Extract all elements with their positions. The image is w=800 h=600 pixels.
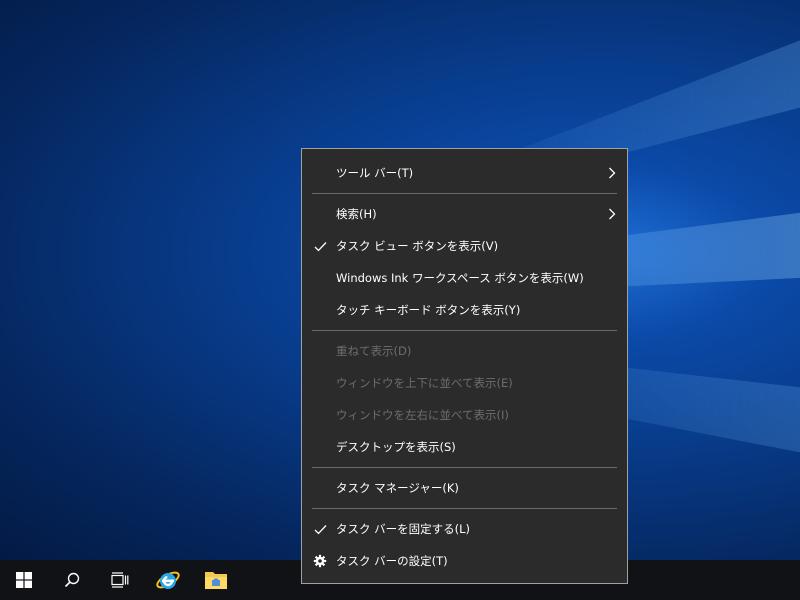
menu-separator xyxy=(312,508,617,509)
menu-separator xyxy=(312,467,617,468)
menu-item-search[interactable]: 検索(H) xyxy=(302,198,627,230)
menu-item-label: 重ねて表示(D) xyxy=(336,344,412,358)
chevron-right-icon xyxy=(607,207,617,221)
menu-item-label: タスク ビュー ボタンを表示(V) xyxy=(336,239,499,253)
menu-item-side-by-side-windows: ウィンドウを左右に並べて表示(I) xyxy=(302,399,627,431)
menu-item-show-desktop[interactable]: デスクトップを表示(S) xyxy=(302,431,627,463)
menu-item-stack-windows: ウィンドウを上下に並べて表示(E) xyxy=(302,367,627,399)
internet-explorer-icon xyxy=(156,571,180,589)
file-explorer-icon xyxy=(205,572,227,589)
menu-item-label: ウィンドウを左右に並べて表示(I) xyxy=(336,408,509,422)
menu-item-toolbars[interactable]: ツール バー(T) xyxy=(302,157,627,189)
menu-item-show-windows-ink-button[interactable]: Windows Ink ワークスペース ボタンを表示(W) xyxy=(302,262,627,294)
menu-item-show-touch-keyboard-button[interactable]: タッチ キーボード ボタンを表示(Y) xyxy=(302,294,627,326)
windows-logo-icon xyxy=(16,572,32,588)
menu-item-task-manager[interactable]: タスク マネージャー(K) xyxy=(302,472,627,504)
menu-item-label: タスク バーの設定(T) xyxy=(336,554,448,568)
task-view-button[interactable] xyxy=(96,560,144,600)
menu-item-label: タスク マネージャー(K) xyxy=(336,481,459,495)
menu-item-taskbar-settings[interactable]: タスク バーの設定(T) xyxy=(302,545,627,577)
chevron-right-icon xyxy=(607,166,617,180)
menu-item-label: デスクトップを表示(S) xyxy=(336,440,456,454)
search-icon xyxy=(64,572,80,588)
start-button[interactable] xyxy=(0,560,48,600)
menu-item-show-task-view-button[interactable]: タスク ビュー ボタンを表示(V) xyxy=(302,230,627,262)
checkmark-icon xyxy=(313,239,327,253)
menu-item-lock-taskbar[interactable]: タスク バーを固定する(L) xyxy=(302,513,627,545)
taskbar-context-menu: ツール バー(T) 検索(H) タスク ビュー ボタンを表示(V) Window… xyxy=(301,148,628,584)
checkmark-icon xyxy=(313,522,327,536)
menu-item-cascade-windows: 重ねて表示(D) xyxy=(302,335,627,367)
task-view-icon xyxy=(111,572,129,588)
menu-item-label: Windows Ink ワークスペース ボタンを表示(W) xyxy=(336,271,584,285)
menu-item-label: 検索(H) xyxy=(336,207,377,221)
menu-item-label: タッチ キーボード ボタンを表示(Y) xyxy=(336,303,521,317)
file-explorer-button[interactable] xyxy=(192,560,240,600)
menu-separator xyxy=(312,193,617,194)
menu-item-label: タスク バーを固定する(L) xyxy=(336,522,471,536)
gear-icon xyxy=(313,554,327,568)
internet-explorer-button[interactable] xyxy=(144,560,192,600)
search-button[interactable] xyxy=(48,560,96,600)
menu-item-label: ツール バー(T) xyxy=(336,166,414,180)
menu-item-label: ウィンドウを上下に並べて表示(E) xyxy=(336,376,513,390)
menu-separator xyxy=(312,330,617,331)
